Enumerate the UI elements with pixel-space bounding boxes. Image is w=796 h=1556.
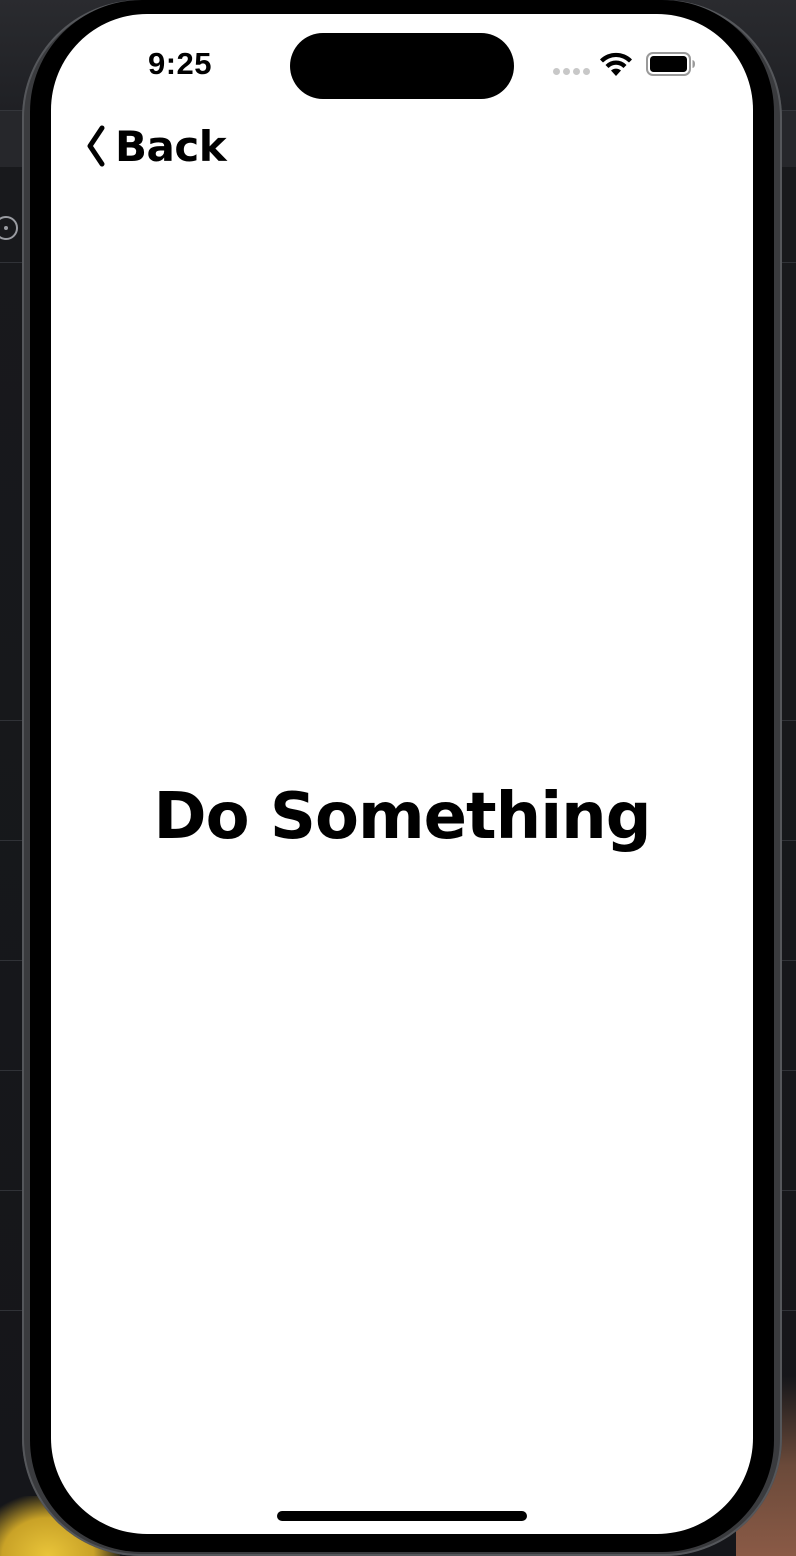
background-record-icon <box>0 216 18 240</box>
page-title: Do Something <box>153 780 652 854</box>
signal-dots-icon <box>553 68 591 76</box>
dynamic-island <box>290 33 514 99</box>
status-time: 9:25 <box>147 46 213 81</box>
battery-icon <box>646 52 695 76</box>
back-button-label: Back <box>115 121 227 171</box>
wifi-icon <box>600 52 632 76</box>
home-indicator[interactable] <box>277 1511 527 1521</box>
chevron-left-icon <box>87 125 105 167</box>
back-button[interactable]: Back <box>85 118 227 174</box>
app-screen: 9:25 Back Do Something <box>51 14 753 1534</box>
